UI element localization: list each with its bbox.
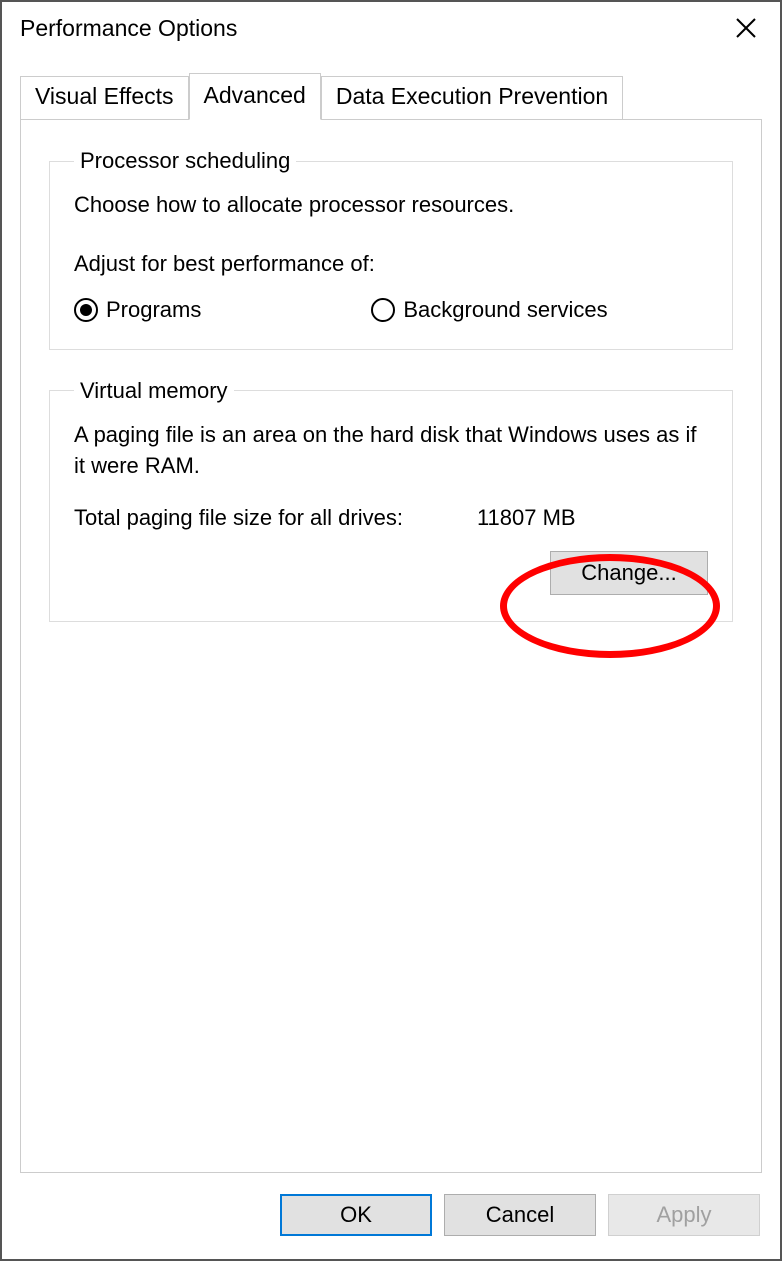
virtual-memory-legend: Virtual memory bbox=[74, 378, 234, 404]
paging-size-label: Total paging file size for all drives: bbox=[74, 505, 403, 531]
virtual-memory-group: Virtual memory A paging file is an area … bbox=[49, 378, 733, 623]
virtual-memory-desc: A paging file is an area on the hard dis… bbox=[74, 420, 708, 482]
dialog-title: Performance Options bbox=[20, 15, 237, 42]
dialog-button-bar: OK Cancel Apply bbox=[2, 1187, 780, 1259]
processor-scheduling-legend: Processor scheduling bbox=[74, 148, 296, 174]
radio-icon bbox=[74, 298, 98, 322]
processor-scheduling-group: Processor scheduling Choose how to alloc… bbox=[49, 148, 733, 350]
paging-size-row: Total paging file size for all drives: 1… bbox=[74, 505, 708, 531]
radio-programs-label: Programs bbox=[106, 297, 201, 323]
performance-options-dialog: Performance Options Visual Effects Advan… bbox=[0, 0, 782, 1261]
close-button[interactable] bbox=[728, 10, 764, 46]
paging-size-value: 11807 MB bbox=[477, 505, 576, 531]
change-button[interactable]: Change... bbox=[550, 551, 708, 595]
cancel-button[interactable]: Cancel bbox=[444, 1194, 596, 1236]
radio-background-label: Background services bbox=[403, 297, 607, 323]
processor-scheduling-desc: Choose how to allocate processor resourc… bbox=[74, 190, 708, 221]
tab-advanced[interactable]: Advanced bbox=[189, 73, 321, 120]
tab-dep[interactable]: Data Execution Prevention bbox=[321, 76, 623, 123]
titlebar: Performance Options bbox=[2, 2, 780, 54]
radio-icon bbox=[371, 298, 395, 322]
ok-button[interactable]: OK bbox=[280, 1194, 432, 1236]
radio-row: Programs Background services bbox=[74, 297, 708, 323]
apply-button[interactable]: Apply bbox=[608, 1194, 760, 1236]
tab-panel-advanced: Processor scheduling Choose how to alloc… bbox=[20, 119, 762, 1173]
tab-strip: Visual Effects Advanced Data Execution P… bbox=[2, 72, 780, 119]
close-icon bbox=[734, 16, 758, 40]
tab-visual-effects[interactable]: Visual Effects bbox=[20, 76, 189, 123]
radio-background-services[interactable]: Background services bbox=[371, 297, 607, 323]
radio-programs[interactable]: Programs bbox=[74, 297, 201, 323]
change-button-row: Change... bbox=[74, 551, 708, 595]
adjust-for-label: Adjust for best performance of: bbox=[74, 251, 708, 277]
